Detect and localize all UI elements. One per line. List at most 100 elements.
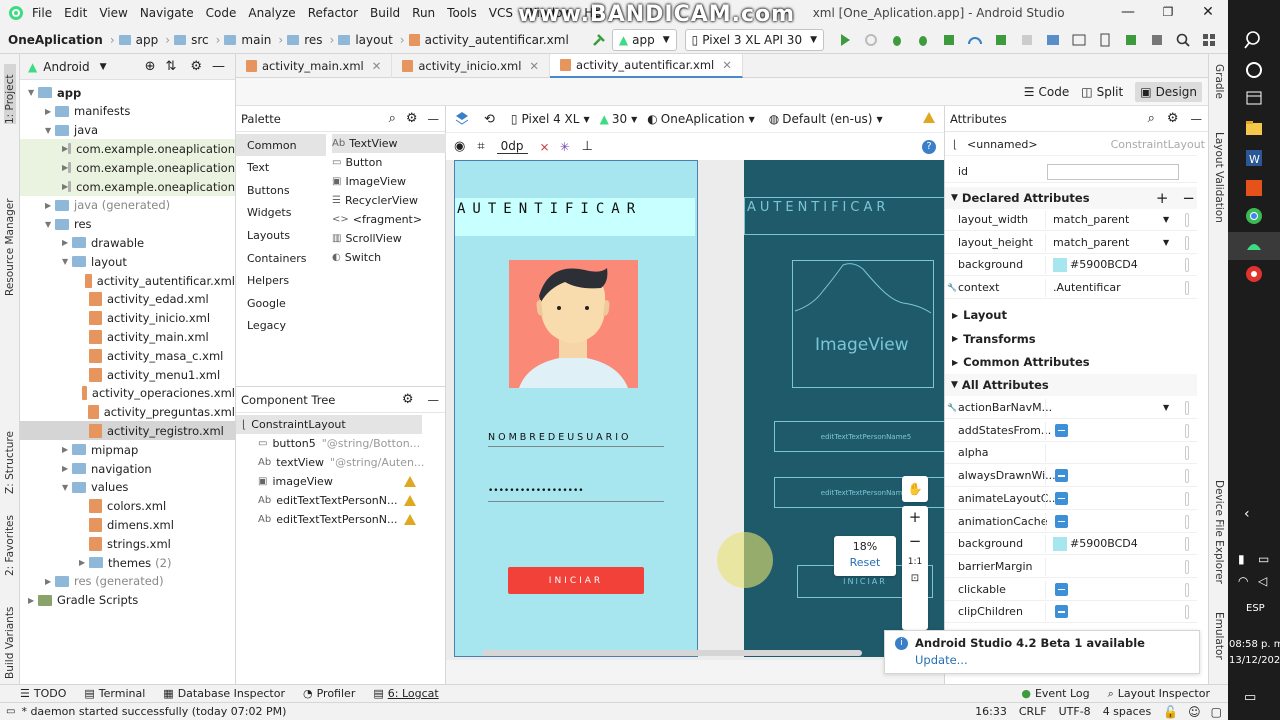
layout-inspector-tab[interactable]: ⌕ Layout Inspector [1108,687,1210,701]
chevron-right-icon[interactable]: ▶ [45,201,55,210]
avatar-imageview[interactable] [509,260,638,388]
tree-folder[interactable]: ▼ values [20,478,235,497]
event-log-tab[interactable]: ● Event Log [1021,687,1089,700]
chevron-right-icon[interactable]: ▶ [62,238,72,247]
volume-icon[interactable]: ◁ [1258,574,1267,588]
chevron-right-icon[interactable]: ▶ [28,596,38,605]
breadcrumb-item[interactable]: app [136,33,159,47]
attribute-edit-handle[interactable] [1185,469,1189,484]
attribute-section[interactable]: ▶ Transforms [945,327,1197,350]
search-icon[interactable]: ⌕ [389,111,396,126]
palette-category[interactable]: Text [236,157,326,179]
palette-item[interactable]: ▥ ScrollView [332,229,402,248]
menu-edit[interactable]: Edit [64,6,87,20]
attribute-edit-handle[interactable] [1185,537,1189,552]
run-icon[interactable] [837,32,853,48]
tree-file[interactable]: activity_main.xml [20,327,235,346]
boolean-toggle[interactable] [1055,423,1068,437]
office-icon[interactable] [1244,178,1264,198]
notifications-icon[interactable]: ▭ [1244,690,1256,705]
palette-item[interactable]: ▣ ImageView [332,172,406,191]
cortana-icon[interactable] [1244,60,1264,80]
menu-analyze[interactable]: Analyze [248,6,295,20]
hide-icon[interactable]: — [1191,112,1203,126]
menu-refactor[interactable]: Refactor [308,6,358,20]
zoom-reset-link[interactable]: Reset [834,556,896,569]
tree-folder[interactable]: ▶ com.example.oneaplication [20,177,235,196]
palette-category[interactable]: Layouts [236,224,326,246]
memory-icon[interactable]: ▢ [1211,705,1222,719]
tree-component[interactable]: Ab textView "@string/Auten... [258,453,444,472]
username-field[interactable]: NOMBREDEUSUARIO [488,432,632,443]
close-icon[interactable]: ✕ [722,58,732,72]
palette-category[interactable]: Widgets [236,202,326,224]
attribute-section[interactable]: ▶ Common Attributes [945,351,1197,373]
palette-category[interactable]: Helpers [236,270,326,292]
breadcrumb-item[interactable]: OneAplication [8,33,103,47]
boolean-toggle[interactable] [1055,582,1068,596]
pan-hand-icon[interactable]: ✋ [902,476,928,502]
wifi-icon[interactable]: ◠ [1238,574,1248,588]
avd-manager-icon[interactable] [1097,32,1113,48]
terminal-tab[interactable]: ▤ Terminal [84,687,145,700]
boolean-toggle[interactable] [1055,469,1068,483]
id-input[interactable] [1047,163,1179,180]
chevron-down-icon[interactable]: ▼ [100,62,107,72]
project-structure-icon[interactable] [1045,32,1061,48]
api-select[interactable]: 30 [612,112,627,126]
tree-folder[interactable]: ▼ app [20,83,235,102]
debug-icon[interactable] [889,32,905,48]
bandicam-icon[interactable] [1244,264,1264,284]
zoom-one-to-one[interactable]: 1:1 [902,557,928,567]
horizontal-scrollbar[interactable] [482,650,862,656]
breadcrumb-item[interactable]: activity_autentificar.xml [425,33,569,47]
blueprint-title[interactable]: AUTENTIFICAR [744,197,944,235]
chrome-icon[interactable] [1244,206,1264,226]
tree-root-constraintlayout[interactable]: ⌊ ConstraintLayout [236,415,422,434]
menu-code[interactable]: Code [206,6,237,20]
attribute-section[interactable]: ▶ Layout [945,304,1197,326]
tree-file[interactable]: dimens.xml [20,515,235,534]
chevron-down-icon[interactable]: ▼ [749,115,755,124]
sdk-icon[interactable] [1149,32,1165,48]
palette-item[interactable]: <> <fragment> [332,210,422,229]
breadcrumb-item[interactable]: main [241,33,271,47]
tree-file[interactable]: activity_operaciones.xml [20,384,235,403]
tree-file[interactable]: activity_registro.xml [20,421,235,441]
lock-icon[interactable]: 🔓 [1163,705,1178,719]
infer-constraints-icon[interactable]: ✳ [560,140,570,154]
menu-vcs[interactable]: VCS [489,6,513,20]
all-attributes-header[interactable]: ▼ All Attributes [945,374,1197,396]
tree-file[interactable]: activity_autentificar.xml [20,271,235,290]
mic-icon[interactable]: ▮ [1238,552,1245,566]
boolean-toggle[interactable] [1055,605,1068,619]
emulator-tab[interactable]: Emulator [1213,612,1225,672]
hide-icon[interactable]: — [428,112,440,126]
minimize-icon[interactable]: — [1108,4,1148,20]
eye-icon[interactable]: ◉ [454,139,465,154]
line-separator[interactable]: CRLF [1019,705,1047,718]
menu-build[interactable]: Build [370,6,400,20]
target-icon[interactable]: ⊕ [145,59,156,74]
color-swatch[interactable] [1053,257,1067,272]
profiler-tab[interactable]: ◔ Profiler [303,687,355,700]
attribute-edit-handle[interactable] [1185,235,1189,250]
menu-tools[interactable]: Tools [447,6,477,20]
breadcrumb-item[interactable]: res [304,33,322,47]
gear-icon[interactable]: ⚙ [1167,111,1179,126]
tree-folder[interactable]: ▼ res [20,215,235,234]
layers-icon[interactable] [454,110,470,129]
declared-attributes-header[interactable]: ▼ Declared Attributes + − [945,187,1197,209]
chevron-down-icon[interactable]: ▼ [1163,215,1169,224]
tree-folder[interactable]: ▶ themes (2) [20,553,235,572]
palette-category[interactable]: Common [236,134,326,156]
attribute-edit-handle[interactable] [1185,258,1189,273]
chevron-down-icon[interactable]: ▼ [45,220,55,229]
tree-folder[interactable]: ▶ Gradle Scripts [20,591,235,610]
language-indicator[interactable]: ESP [1246,603,1265,614]
tree-folder[interactable]: ▼ layout [20,252,235,271]
file-explorer-icon[interactable] [1244,118,1264,138]
iniciar-button[interactable]: INICIAR [508,567,644,594]
attribute-value[interactable]: .Autentificar [1053,281,1121,294]
chevron-down-icon[interactable]: ▼ [876,115,882,124]
